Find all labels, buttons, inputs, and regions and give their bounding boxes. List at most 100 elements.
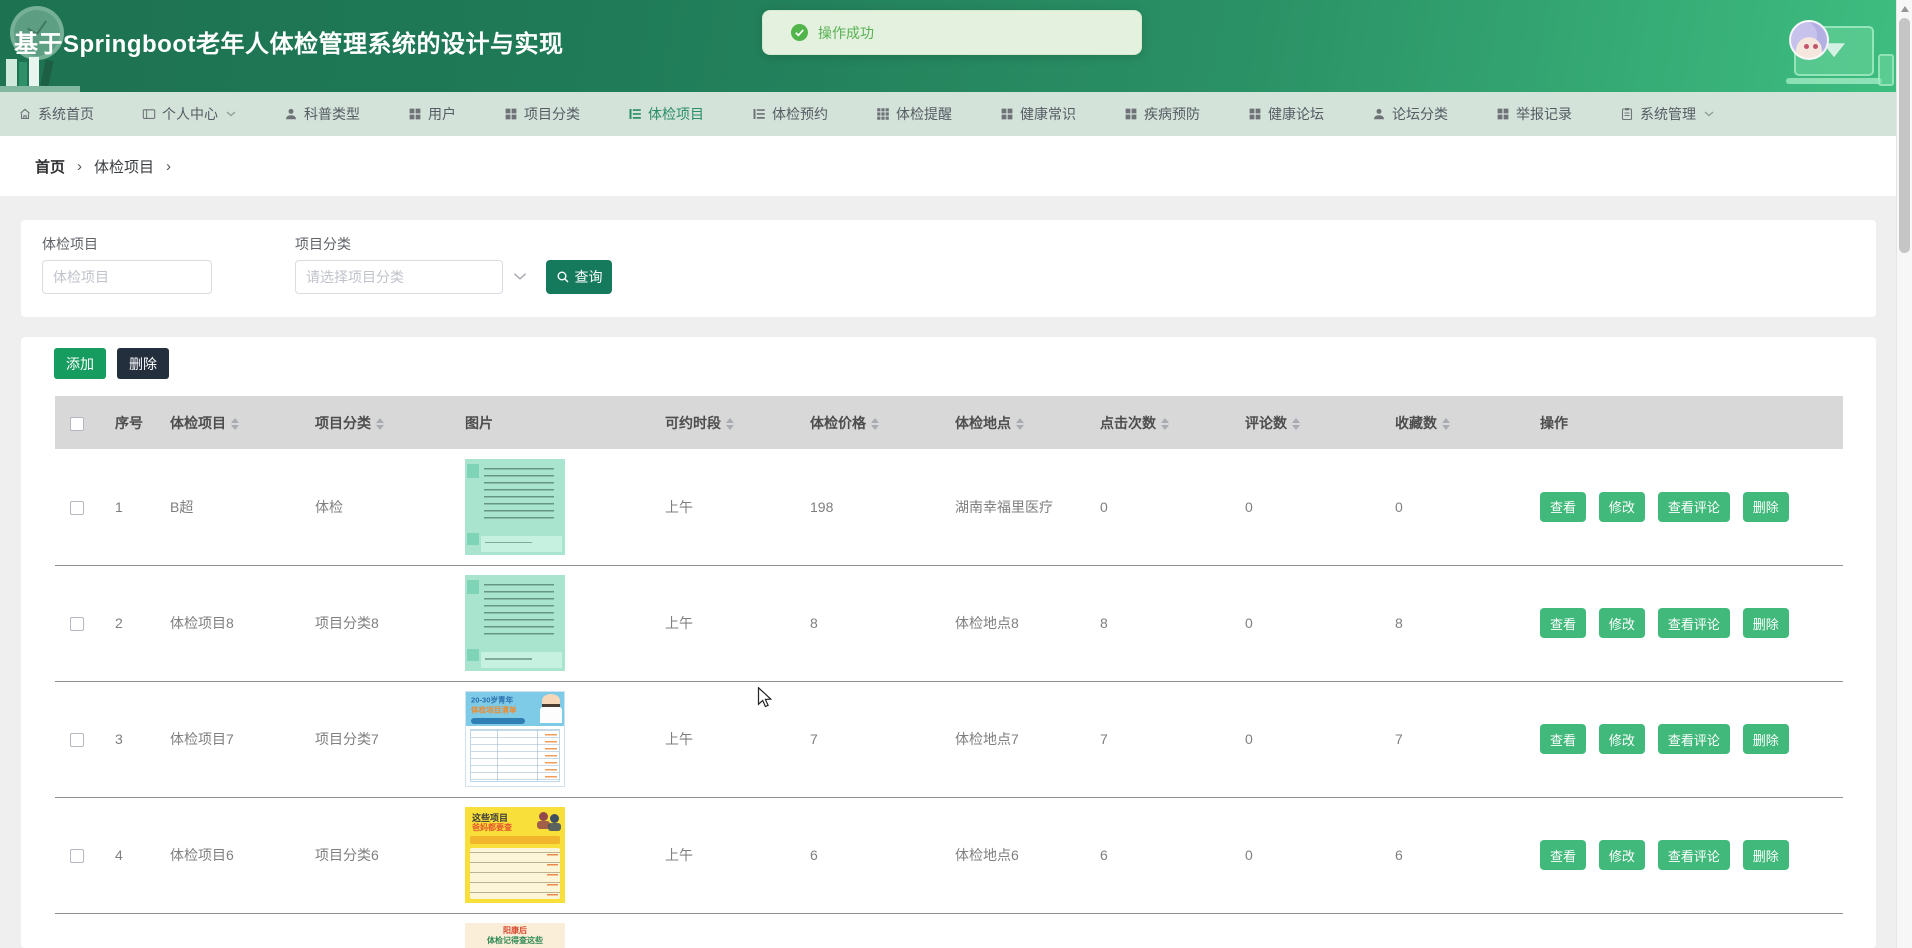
main-nav: 系统首页 个人中心 科普类型 用户 项目分类 体检项目 体检预约 [0,92,1896,136]
delete-button[interactable]: 删除 [1743,492,1789,522]
cell-seq: 4 [100,797,155,913]
delete-button[interactable]: 删除 [1743,840,1789,870]
view-button[interactable]: 查看 [1540,608,1586,638]
col-actions: 操作 [1525,396,1843,449]
sort-control[interactable] [871,418,879,430]
nav-item-report-records[interactable]: 举报记录 [1496,104,1572,124]
cell-time: 上午 [650,565,795,681]
edit-button[interactable]: 修改 [1599,724,1645,754]
cell-place: 体检地点7 [940,681,1085,797]
view-button[interactable]: 查看 [1540,724,1586,754]
cell-place: 湖南幸福里医疗 [940,449,1085,565]
col-clicks: 点击次数 [1085,396,1230,449]
nav-item-personal-center[interactable]: 个人中心 [142,104,236,124]
cell-favorites: 0 [1380,449,1525,565]
cell-item: 体检项目7 [155,681,300,797]
edit-button[interactable]: 修改 [1599,840,1645,870]
item-image[interactable] [465,575,565,671]
nav-item-project-category[interactable]: 项目分类 [504,104,580,124]
row-checkbox[interactable] [70,501,84,515]
item-image[interactable]: 这些项目 爸妈都要查 [465,807,565,903]
nav-item-system-home[interactable]: 系统首页 [18,104,94,124]
view-button[interactable]: 查看 [1540,840,1586,870]
nav-item-health-knowledge[interactable]: 健康常识 [1000,104,1076,124]
success-toast: 操作成功 [762,10,1142,55]
cell-seq: 1 [100,449,155,565]
list-icon [628,107,642,121]
scrollbar-thumb[interactable] [1899,18,1910,253]
cell-category: 体检 [300,449,450,565]
cell-price: 7 [795,681,940,797]
table-header: 序号 体检项目 项目分类 图片 可约时段 体检价格 体检地点 点击次数 评论数 … [55,396,1843,449]
sort-control[interactable] [1016,418,1024,430]
sort-control[interactable] [1292,418,1300,430]
view-comments-button[interactable]: 查看评论 [1658,724,1730,754]
grid-icon [1248,107,1262,121]
nav-label: 体检预约 [772,104,828,124]
user-icon [1372,107,1386,121]
chevron-down-icon [226,111,236,117]
list-icon [752,107,766,121]
table-panel: 添加 删除 序号 体检项目 项目分类 图片 可约时段 体检价格 体检地点 点击次… [21,337,1876,948]
edit-button[interactable]: 修改 [1599,492,1645,522]
view-comments-button[interactable]: 查看评论 [1658,840,1730,870]
item-image[interactable]: 阳康后 体检记得查这些 [465,923,565,948]
nav-item-disease-prevention[interactable]: 疾病预防 [1124,104,1200,124]
chevron-down-icon [1704,111,1714,117]
sort-control[interactable] [1161,418,1169,430]
breadcrumb-home[interactable]: 首页 [35,156,65,177]
nav-item-users[interactable]: 用户 [408,104,456,124]
page-title: 基于Springboot老年人体检管理系统的设计与实现 [14,24,563,59]
cell-price: 198 [795,449,940,565]
select-chevron-down-icon[interactable] [513,272,527,281]
grid9-icon [876,107,890,121]
search-button[interactable]: 查询 [546,260,612,294]
item-image[interactable]: 20-30岁青年 体检项目清单 [465,691,565,787]
add-button[interactable]: 添加 [54,348,106,379]
nav-item-checkup-appointment[interactable]: 体检预约 [752,104,828,124]
poster-subtitle: 体检记得查这些 [487,935,543,946]
cell-seq: 2 [100,565,155,681]
col-time: 可约时段 [650,396,795,449]
nav-item-system-management[interactable]: 系统管理 [1620,104,1714,124]
nav-item-forum-category[interactable]: 论坛分类 [1372,104,1448,124]
avatar[interactable] [1789,20,1829,60]
col-place: 体检地点 [940,396,1085,449]
nav-label: 体检项目 [648,104,704,124]
view-comments-button[interactable]: 查看评论 [1658,492,1730,522]
search-icon [556,270,570,284]
view-comments-button[interactable]: 查看评论 [1658,608,1730,638]
nav-item-science-type[interactable]: 科普类型 [284,104,360,124]
cell-price: 8 [795,565,940,681]
filter-category-label: 项目分类 [295,234,351,254]
delete-button[interactable]: 删除 [1743,608,1789,638]
sort-control[interactable] [726,418,734,430]
sort-control[interactable] [231,418,239,430]
cell-category: 项目分类8 [300,565,450,681]
item-image[interactable] [465,459,565,555]
sort-control[interactable] [1442,418,1450,430]
category-select[interactable] [295,260,503,294]
row-checkbox[interactable] [70,733,84,747]
poster-subtitle: 体检项目清单 [471,705,517,715]
select-all-checkbox[interactable] [70,417,84,431]
table-row: 2 体检项目8 项目分类8 上午 8 体检地点8 8 0 8 查看 修改 查看评… [55,565,1843,681]
view-button[interactable]: 查看 [1540,492,1586,522]
breadcrumb-current[interactable]: 体检项目 [94,156,154,177]
delete-button[interactable]: 删除 [1743,724,1789,754]
nav-item-health-forum[interactable]: 健康论坛 [1248,104,1324,124]
sort-control[interactable] [376,418,384,430]
row-checkbox[interactable] [70,617,84,631]
cell-time: 上午 [650,449,795,565]
cell-category: 项目分类7 [300,681,450,797]
delete-selected-button[interactable]: 删除 [117,348,169,379]
checkup-item-input[interactable] [42,260,212,294]
scrollbar [1896,0,1912,948]
nav-label: 个人中心 [162,104,218,124]
row-checkbox[interactable] [70,849,84,863]
nav-item-checkup-items[interactable]: 体检项目 [628,104,704,124]
nav-item-checkup-reminder[interactable]: 体检提醒 [876,104,952,124]
edit-button[interactable]: 修改 [1599,608,1645,638]
scroll-up-arrow[interactable] [1901,6,1909,12]
clipboard-icon [1620,107,1634,121]
